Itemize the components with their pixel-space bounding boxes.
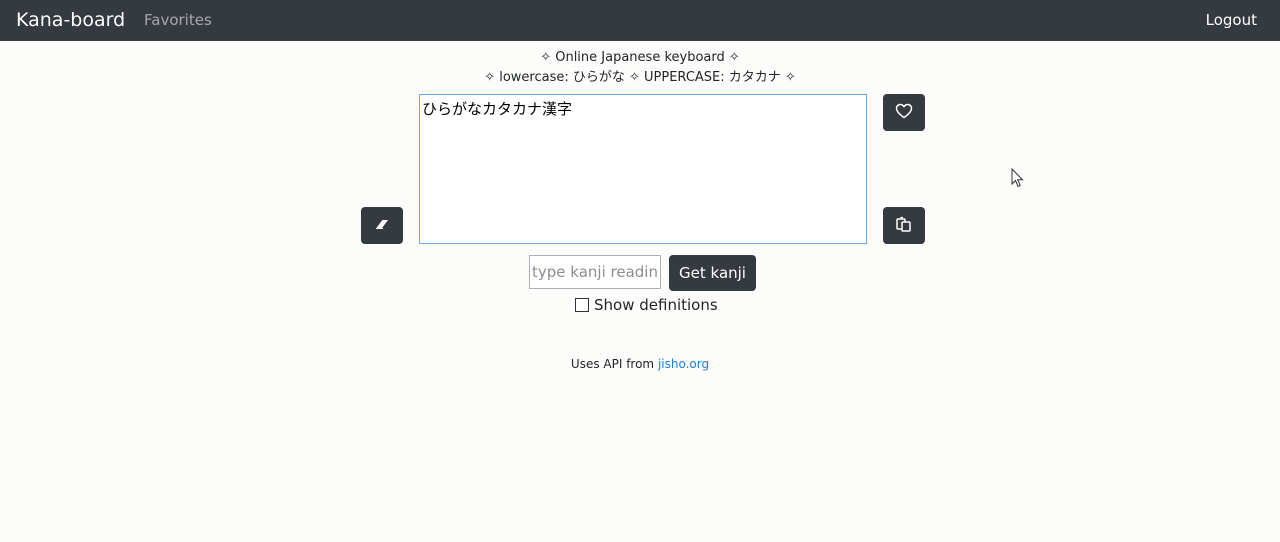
nav-favorites-link[interactable]: Favorites — [144, 11, 212, 29]
show-definitions-checkbox[interactable] — [575, 298, 589, 312]
favorite-button[interactable] — [883, 94, 925, 131]
jisho-link[interactable]: jisho.org — [658, 357, 709, 371]
navbar: Kana-board Favorites Logout — [0, 0, 1280, 41]
copy-icon — [895, 215, 913, 236]
clear-button[interactable] — [361, 207, 403, 244]
heart-icon — [895, 103, 913, 122]
get-kanji-button[interactable]: Get kanji — [669, 255, 756, 291]
nav-logout-link[interactable]: Logout — [1206, 11, 1257, 29]
header-line-1: ✧ Online Japanese keyboard ✧ — [540, 50, 740, 65]
kana-textarea[interactable]: ひらがなカタカナ漢字 — [419, 94, 867, 244]
copy-button[interactable] — [883, 207, 925, 244]
eraser-icon — [374, 216, 390, 235]
brand-link[interactable]: Kana-board — [16, 8, 125, 32]
show-definitions-label: Show definitions — [594, 296, 718, 314]
mouse-pointer-icon — [1011, 167, 1025, 192]
kanji-reading-input[interactable] — [529, 255, 661, 289]
footer: Uses API from jisho.org — [0, 356, 1280, 372]
header-line-2: ✧ lowercase: ひらがな ✧ UPPERCASE: カタカナ ✧ — [484, 70, 796, 85]
footer-text: Uses API from — [570, 357, 658, 371]
show-definitions-row[interactable]: Show definitions — [575, 296, 718, 314]
